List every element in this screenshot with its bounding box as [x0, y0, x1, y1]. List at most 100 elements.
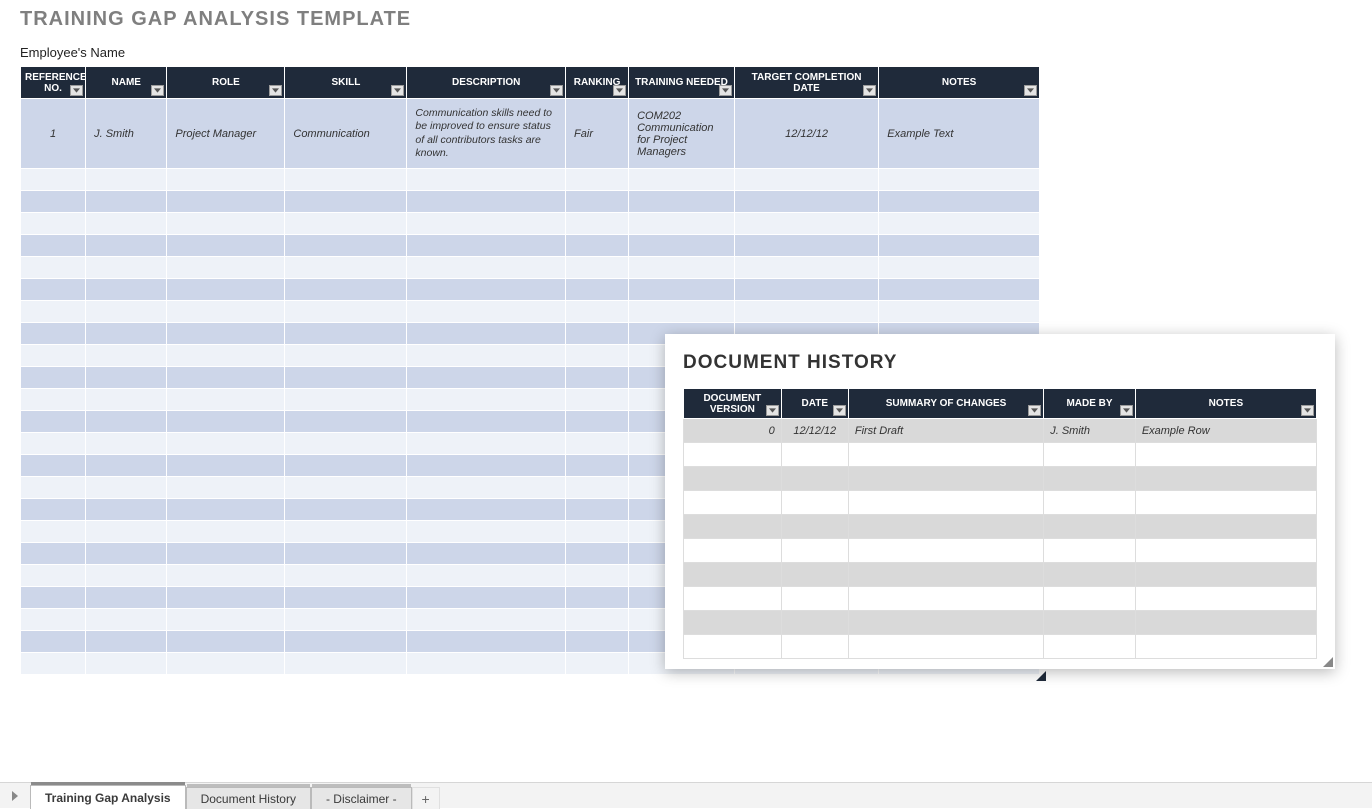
empty-cell[interactable]	[848, 467, 1043, 491]
cell-notes[interactable]: Example Row	[1135, 419, 1316, 443]
empty-cell[interactable]	[21, 587, 86, 609]
empty-cell[interactable]	[285, 279, 407, 301]
empty-cell[interactable]	[167, 323, 285, 345]
empty-cell[interactable]	[167, 543, 285, 565]
empty-cell[interactable]	[407, 235, 566, 257]
cell-made-by[interactable]: J. Smith	[1044, 419, 1136, 443]
empty-cell[interactable]	[86, 235, 167, 257]
cell-reference-no[interactable]: 1	[21, 99, 86, 169]
empty-cell[interactable]	[1044, 491, 1136, 515]
table-row[interactable]	[684, 611, 1317, 635]
empty-cell[interactable]	[848, 635, 1043, 659]
empty-cell[interactable]	[167, 499, 285, 521]
empty-cell[interactable]	[21, 279, 86, 301]
empty-cell[interactable]	[285, 367, 407, 389]
empty-cell[interactable]	[848, 515, 1043, 539]
col-header-training-needed[interactable]: TRAINING NEEDED	[629, 67, 735, 99]
empty-cell[interactable]	[781, 515, 848, 539]
empty-cell[interactable]	[734, 279, 878, 301]
table-row[interactable]	[21, 257, 1040, 279]
empty-cell[interactable]	[167, 367, 285, 389]
empty-cell[interactable]	[734, 213, 878, 235]
empty-cell[interactable]	[848, 611, 1043, 635]
col-header-name[interactable]: NAME	[86, 67, 167, 99]
empty-cell[interactable]	[167, 169, 285, 191]
empty-cell[interactable]	[285, 477, 407, 499]
empty-cell[interactable]	[684, 467, 782, 491]
empty-cell[interactable]	[407, 609, 566, 631]
empty-cell[interactable]	[629, 301, 735, 323]
empty-cell[interactable]	[407, 653, 566, 675]
tab-disclaimer[interactable]: - Disclaimer -	[311, 787, 412, 809]
empty-cell[interactable]	[167, 411, 285, 433]
col-header-made-by[interactable]: MADE BY	[1044, 389, 1136, 419]
empty-cell[interactable]	[21, 257, 86, 279]
empty-cell[interactable]	[21, 543, 86, 565]
empty-cell[interactable]	[167, 279, 285, 301]
empty-cell[interactable]	[285, 169, 407, 191]
empty-cell[interactable]	[1135, 539, 1316, 563]
empty-cell[interactable]	[21, 477, 86, 499]
empty-cell[interactable]	[684, 443, 782, 467]
empty-cell[interactable]	[21, 433, 86, 455]
filter-dropdown-icon[interactable]	[70, 85, 83, 96]
empty-cell[interactable]	[781, 587, 848, 611]
col-header-summary-of-changes[interactable]: SUMMARY OF CHANGES	[848, 389, 1043, 419]
empty-cell[interactable]	[566, 257, 629, 279]
empty-cell[interactable]	[879, 191, 1040, 213]
table-row[interactable]	[21, 279, 1040, 301]
empty-cell[interactable]	[86, 213, 167, 235]
empty-cell[interactable]	[167, 301, 285, 323]
empty-cell[interactable]	[566, 169, 629, 191]
empty-cell[interactable]	[1135, 491, 1316, 515]
col-header-document-version[interactable]: DOCUMENT VERSION	[684, 389, 782, 419]
empty-cell[interactable]	[566, 565, 629, 587]
table-row[interactable]	[684, 491, 1317, 515]
cell-date[interactable]: 12/12/12	[781, 419, 848, 443]
empty-cell[interactable]	[21, 499, 86, 521]
empty-cell[interactable]	[566, 543, 629, 565]
empty-cell[interactable]	[629, 213, 735, 235]
empty-cell[interactable]	[879, 279, 1040, 301]
empty-cell[interactable]	[566, 323, 629, 345]
table-row[interactable]	[21, 169, 1040, 191]
empty-cell[interactable]	[781, 467, 848, 491]
col-header-reference-no[interactable]: REFERENCE NO.	[21, 67, 86, 99]
empty-cell[interactable]	[86, 191, 167, 213]
empty-cell[interactable]	[285, 345, 407, 367]
empty-cell[interactable]	[86, 345, 167, 367]
empty-cell[interactable]	[566, 433, 629, 455]
empty-cell[interactable]	[285, 235, 407, 257]
empty-cell[interactable]	[285, 191, 407, 213]
empty-cell[interactable]	[21, 235, 86, 257]
empty-cell[interactable]	[684, 515, 782, 539]
empty-cell[interactable]	[86, 631, 167, 653]
empty-cell[interactable]	[566, 477, 629, 499]
empty-cell[interactable]	[407, 411, 566, 433]
table-row[interactable]	[684, 443, 1317, 467]
empty-cell[interactable]	[1044, 515, 1136, 539]
empty-cell[interactable]	[167, 609, 285, 631]
empty-cell[interactable]	[1044, 587, 1136, 611]
empty-cell[interactable]	[407, 565, 566, 587]
filter-dropdown-icon[interactable]	[719, 85, 732, 96]
empty-cell[interactable]	[285, 213, 407, 235]
empty-cell[interactable]	[167, 653, 285, 675]
empty-cell[interactable]	[684, 539, 782, 563]
empty-cell[interactable]	[407, 587, 566, 609]
filter-dropdown-icon[interactable]	[1301, 405, 1314, 416]
empty-cell[interactable]	[86, 499, 167, 521]
empty-cell[interactable]	[1135, 563, 1316, 587]
empty-cell[interactable]	[566, 345, 629, 367]
empty-cell[interactable]	[86, 455, 167, 477]
empty-cell[interactable]	[684, 611, 782, 635]
cell-role[interactable]: Project Manager	[167, 99, 285, 169]
table-row[interactable]	[21, 191, 1040, 213]
table-row[interactable]	[684, 515, 1317, 539]
empty-cell[interactable]	[86, 477, 167, 499]
empty-cell[interactable]	[781, 491, 848, 515]
empty-cell[interactable]	[167, 521, 285, 543]
cell-target-completion-date[interactable]: 12/12/12	[734, 99, 878, 169]
empty-cell[interactable]	[407, 279, 566, 301]
empty-cell[interactable]	[285, 433, 407, 455]
